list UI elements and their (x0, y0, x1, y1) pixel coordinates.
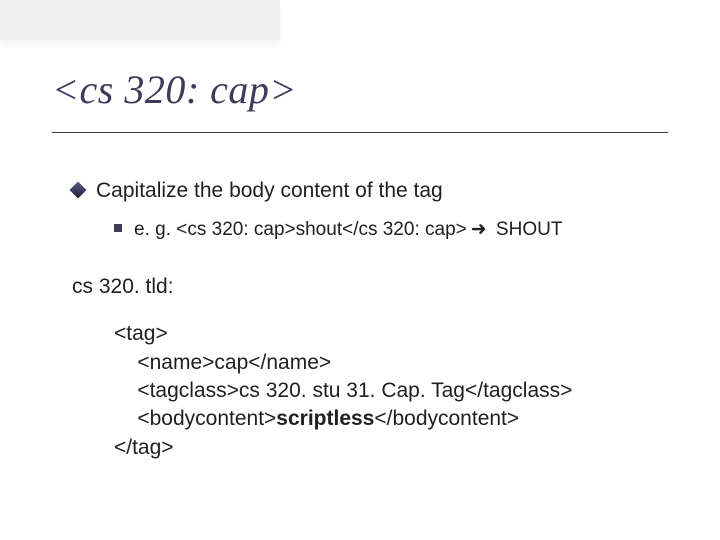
bullet-sub-text: e. g. <cs 320: cap>shout</cs 320: cap>➜ … (134, 216, 562, 244)
slide: <cs 320: cap> Capitalize the body conten… (0, 0, 720, 540)
code-line-4c: </bodycontent> (374, 407, 519, 430)
code-line-3: <tagclass>cs 320. stu 31. Cap. Tag</tagc… (114, 379, 572, 402)
code-line-4-keyword: scriptless (276, 407, 374, 430)
header-shadow-strip (0, 0, 280, 40)
slide-title: <cs 320: cap> (52, 66, 297, 113)
title-rule (52, 132, 668, 133)
bullet-main-text: Capitalize the body content of the tag (96, 176, 443, 206)
bullet-level-2: e. g. <cs 320: cap>shout</cs 320: cap>➜ … (114, 216, 668, 244)
arrow-right-icon: ➜ (467, 216, 491, 244)
sub-prefix: e. g. (134, 219, 176, 240)
slide-content: Capitalize the body content of the tag e… (72, 176, 668, 462)
sub-code: <cs 320: cap>shout</cs 320: cap> (176, 219, 466, 240)
diamond-bullet-icon (70, 182, 87, 199)
code-line-2: <name>cap</name> (114, 351, 331, 374)
code-block: <tag> <name>cap</name> <tagclass>cs 320.… (114, 320, 668, 462)
square-bullet-icon (114, 224, 122, 232)
tld-filename-label: cs 320. tld: (72, 272, 668, 302)
code-line-5: </tag> (114, 436, 174, 459)
bullet-level-1: Capitalize the body content of the tag (72, 176, 668, 206)
code-line-1: <tag> (114, 322, 168, 345)
sub-result: SHOUT (491, 219, 563, 240)
code-line-4a: <bodycontent> (114, 407, 276, 430)
